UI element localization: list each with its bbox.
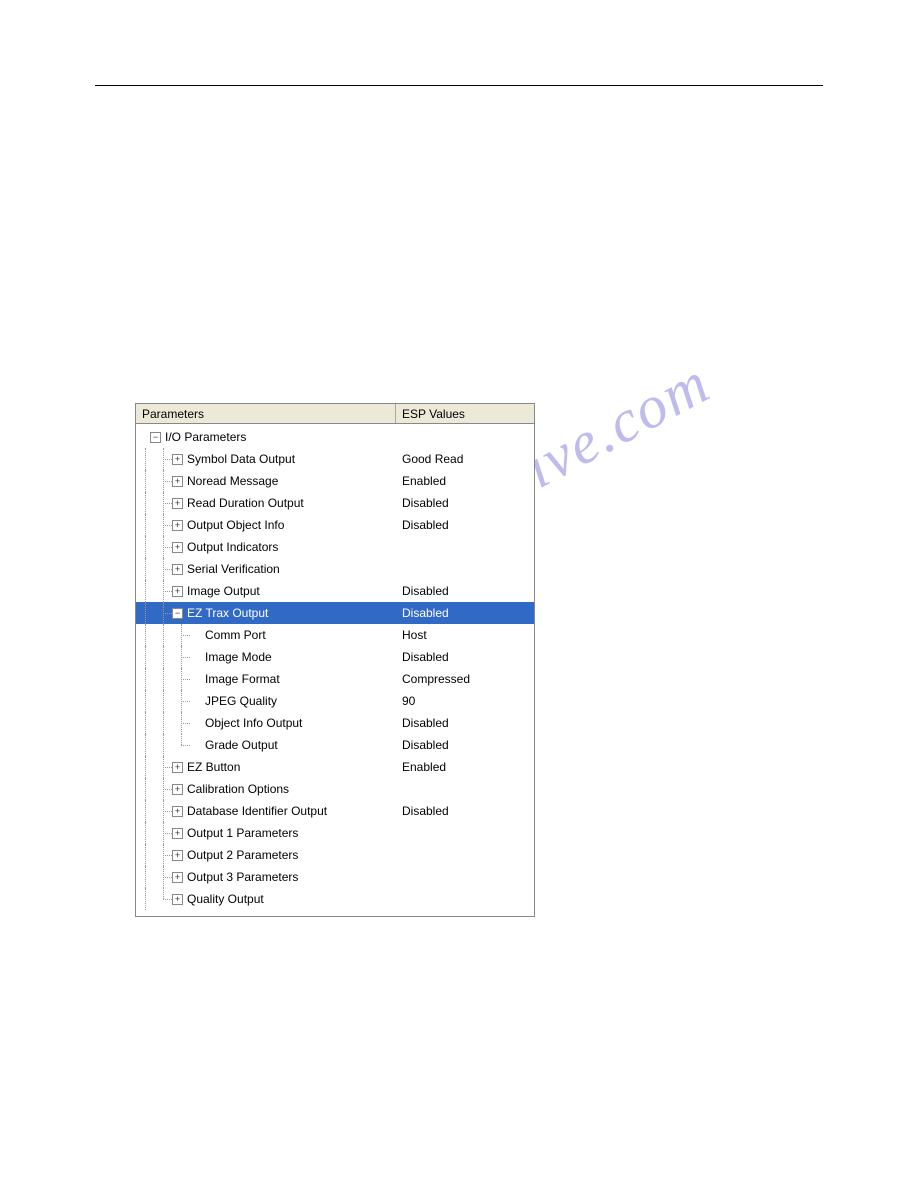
expand-icon[interactable]: + (172, 476, 183, 487)
tree-item-label: Serial Verification (187, 562, 280, 576)
tree-item-label: Output 2 Parameters (187, 848, 298, 862)
expand-icon[interactable]: + (172, 806, 183, 817)
tree-item-label: EZ Button (187, 760, 240, 774)
tree-item-label: EZ Trax Output (187, 606, 268, 620)
expand-icon[interactable]: + (172, 520, 183, 531)
tree-item-value: Disabled (402, 584, 449, 598)
header-parameters[interactable]: Parameters (136, 404, 396, 423)
tree-item-label: Symbol Data Output (187, 452, 295, 466)
parameters-tree-panel: Parameters ESP Values − I/O Parameters +… (135, 403, 535, 917)
tree-leaf-value: Disabled (402, 650, 449, 664)
tree-item-label: Calibration Options (187, 782, 289, 796)
tree-leaf[interactable]: Image Mode Disabled (136, 646, 534, 668)
collapse-icon[interactable]: − (150, 432, 161, 443)
tree-item-label: Output 1 Parameters (187, 826, 298, 840)
tree-item[interactable]: + Noread Message Enabled (136, 470, 534, 492)
tree-item-label: Output Object Info (187, 518, 284, 532)
tree-leaf-value: Disabled (402, 716, 449, 730)
tree-item[interactable]: + Image Output Disabled (136, 580, 534, 602)
tree-leaf-value: Host (402, 628, 427, 642)
expand-icon[interactable]: + (172, 762, 183, 773)
tree-leaf[interactable]: Comm Port Host (136, 624, 534, 646)
tree-item[interactable]: + Database Identifier Output Disabled (136, 800, 534, 822)
tree-item-value: Disabled (402, 518, 449, 532)
expand-icon[interactable]: + (172, 564, 183, 575)
tree-leaf-label: Image Mode (205, 650, 272, 664)
tree-item-ez-trax-output[interactable]: − EZ Trax Output Disabled (136, 602, 534, 624)
tree-item[interactable]: + Quality Output (136, 888, 534, 910)
tree-item-value: Disabled (402, 606, 449, 620)
tree-item-value: Enabled (402, 760, 446, 774)
tree-leaf[interactable]: Grade Output Disabled (136, 734, 534, 756)
tree-item[interactable]: + Symbol Data Output Good Read (136, 448, 534, 470)
expand-icon[interactable]: + (172, 454, 183, 465)
tree-item[interactable]: + Output 2 Parameters (136, 844, 534, 866)
tree-item[interactable]: + Output 1 Parameters (136, 822, 534, 844)
tree-item-label: Noread Message (187, 474, 278, 488)
header-esp-values[interactable]: ESP Values (396, 404, 534, 423)
expand-icon[interactable]: + (172, 542, 183, 553)
tree-item-label: Output Indicators (187, 540, 278, 554)
tree-leaf-label: Grade Output (205, 738, 278, 752)
expand-icon[interactable]: + (172, 872, 183, 883)
expand-icon[interactable]: + (172, 586, 183, 597)
tree-item-value: Disabled (402, 496, 449, 510)
tree-item-value: Disabled (402, 804, 449, 818)
tree-leaf-label: Image Format (205, 672, 280, 686)
tree-header: Parameters ESP Values (136, 404, 534, 424)
tree-leaf[interactable]: Image Format Compressed (136, 668, 534, 690)
tree-leaf[interactable]: Object Info Output Disabled (136, 712, 534, 734)
tree-leaf-value: Compressed (402, 672, 470, 686)
tree-leaf-value: 90 (402, 694, 415, 708)
tree-item[interactable]: + Output Object Info Disabled (136, 514, 534, 536)
collapse-icon[interactable]: − (172, 608, 183, 619)
expand-icon[interactable]: + (172, 784, 183, 795)
tree-item[interactable]: + Read Duration Output Disabled (136, 492, 534, 514)
tree-item[interactable]: + Serial Verification (136, 558, 534, 580)
tree-leaf[interactable]: JPEG Quality 90 (136, 690, 534, 712)
tree-leaf-label: Object Info Output (205, 716, 302, 730)
expand-icon[interactable]: + (172, 850, 183, 861)
tree-item[interactable]: + Output Indicators (136, 536, 534, 558)
expand-icon[interactable]: + (172, 828, 183, 839)
tree-body: − I/O Parameters + Symbol Data Output Go… (136, 424, 534, 916)
tree-leaf-value: Disabled (402, 738, 449, 752)
tree-item-value: Enabled (402, 474, 446, 488)
tree-leaf-label: Comm Port (205, 628, 266, 642)
tree-item[interactable]: + EZ Button Enabled (136, 756, 534, 778)
tree-item[interactable]: + Output 3 Parameters (136, 866, 534, 888)
tree-item-label: Quality Output (187, 892, 264, 906)
tree-item-label: Output 3 Parameters (187, 870, 298, 884)
tree-root-label: I/O Parameters (165, 430, 246, 444)
tree-item-label: Read Duration Output (187, 496, 304, 510)
expand-icon[interactable]: + (172, 894, 183, 905)
tree-item-label: Database Identifier Output (187, 804, 327, 818)
top-divider (95, 85, 823, 86)
tree-root-io-parameters[interactable]: − I/O Parameters (136, 426, 534, 448)
tree-item-value: Good Read (402, 452, 463, 466)
tree-leaf-label: JPEG Quality (205, 694, 277, 708)
tree-item-label: Image Output (187, 584, 260, 598)
tree-item[interactable]: + Calibration Options (136, 778, 534, 800)
expand-icon[interactable]: + (172, 498, 183, 509)
